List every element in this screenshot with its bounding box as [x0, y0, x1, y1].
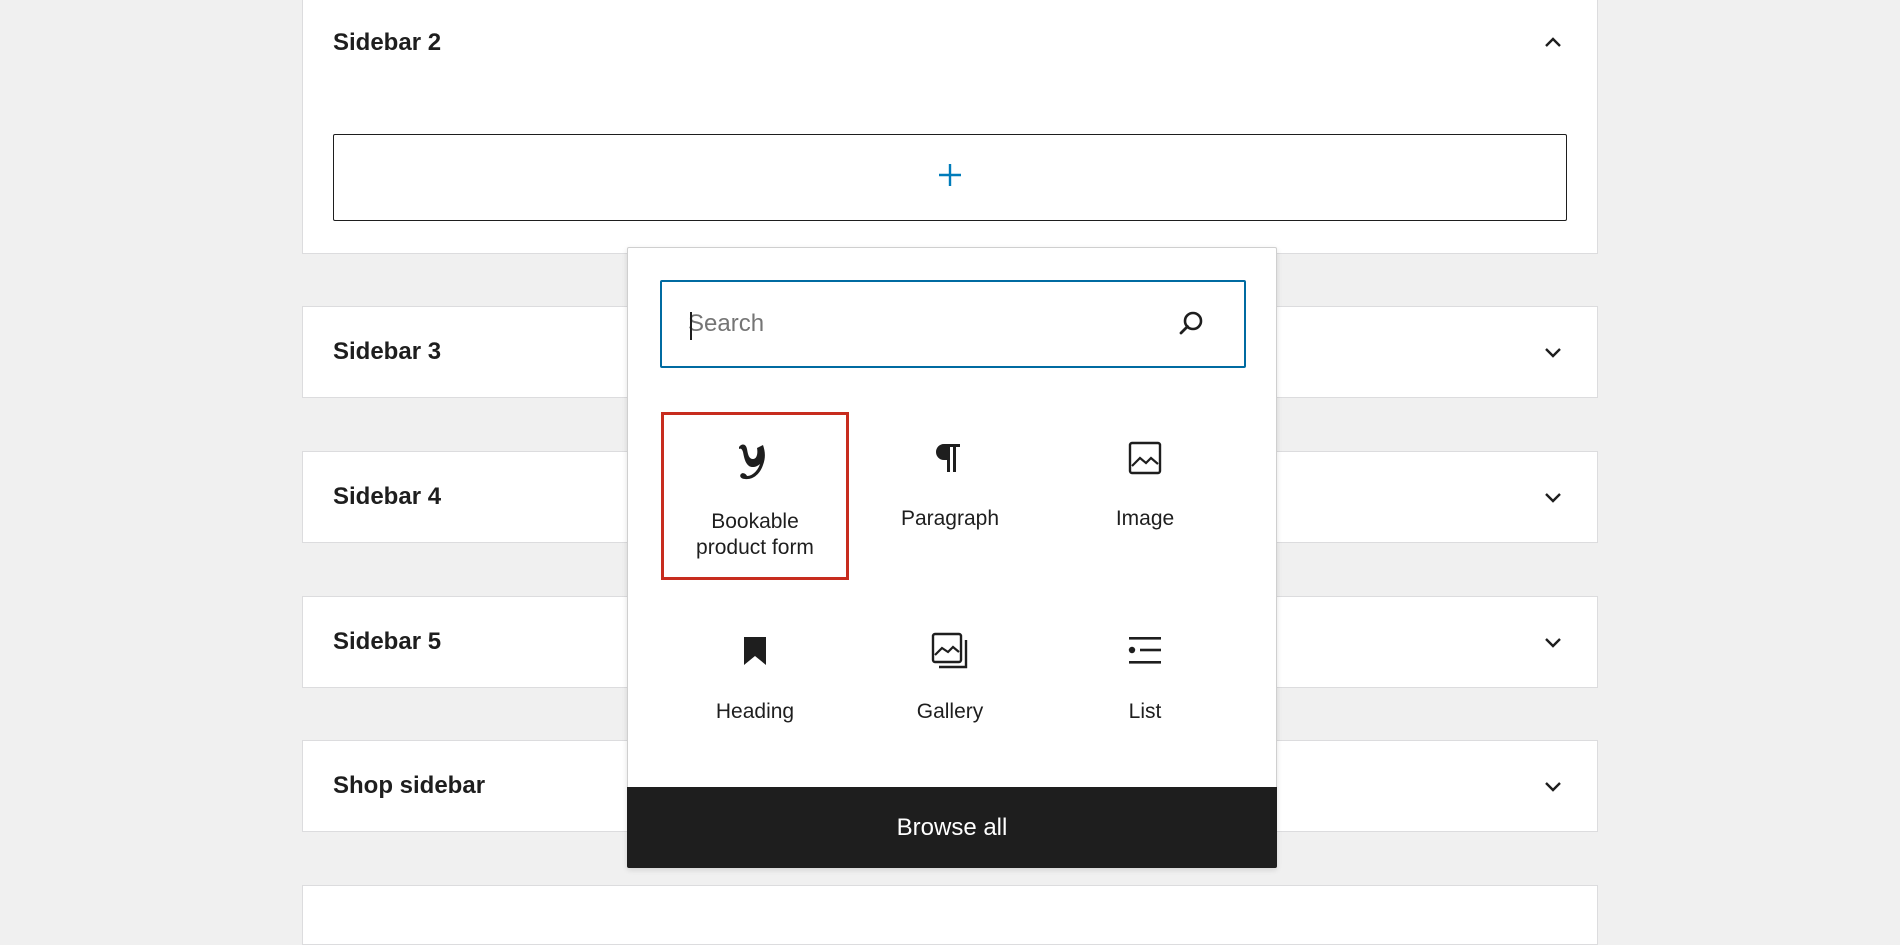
block-inserter-popover: Bookable product form Paragraph Image He…: [627, 247, 1277, 868]
yith-logo-icon: [735, 437, 775, 485]
block-list[interactable]: List: [1051, 605, 1239, 773]
sidebar-2-header[interactable]: Sidebar 2: [333, 0, 1567, 87]
block-image[interactable]: Image: [1051, 412, 1239, 580]
chevron-up-icon[interactable]: [1539, 29, 1567, 57]
block-label: Bookable product form: [696, 510, 814, 559]
text-cursor: [690, 312, 692, 340]
block-gallery[interactable]: Gallery: [856, 605, 1044, 773]
block-label: Image: [1115, 507, 1175, 530]
block-bookable-product-form[interactable]: Bookable product form: [661, 412, 849, 580]
sidebar-4-title: Sidebar 4: [333, 483, 442, 510]
sidebar-3-title: Sidebar 3: [333, 338, 442, 365]
chevron-down-icon[interactable]: [1539, 628, 1567, 656]
block-paragraph[interactable]: Paragraph: [856, 412, 1044, 580]
sidebar-5-title: Sidebar 5: [333, 628, 442, 655]
image-icon: [1127, 434, 1163, 482]
list-icon: [1126, 627, 1164, 675]
plus-icon: [936, 161, 964, 194]
bookmark-icon: [740, 627, 770, 675]
gallery-icon: [930, 627, 970, 675]
block-label: List: [1128, 700, 1162, 723]
search-input[interactable]: [688, 304, 1174, 344]
chevron-down-icon[interactable]: [1539, 772, 1567, 800]
chevron-down-icon[interactable]: [1539, 338, 1567, 366]
next-panel: [302, 885, 1598, 945]
sidebar-2-panel: Sidebar 2: [302, 0, 1598, 254]
block-label: Heading: [715, 700, 795, 723]
browse-all-button[interactable]: Browse all: [627, 787, 1277, 868]
search-field[interactable]: [660, 280, 1246, 368]
add-block-button[interactable]: [333, 134, 1567, 221]
block-label: Paragraph: [900, 507, 1000, 530]
block-label: Gallery: [916, 700, 984, 723]
sidebar-2-title: Sidebar 2: [333, 29, 442, 56]
chevron-down-icon[interactable]: [1539, 483, 1567, 511]
paragraph-icon: [934, 434, 966, 482]
block-heading[interactable]: Heading: [661, 605, 849, 773]
search-icon[interactable]: [1174, 307, 1208, 341]
shop-sidebar-title: Shop sidebar: [333, 772, 486, 799]
